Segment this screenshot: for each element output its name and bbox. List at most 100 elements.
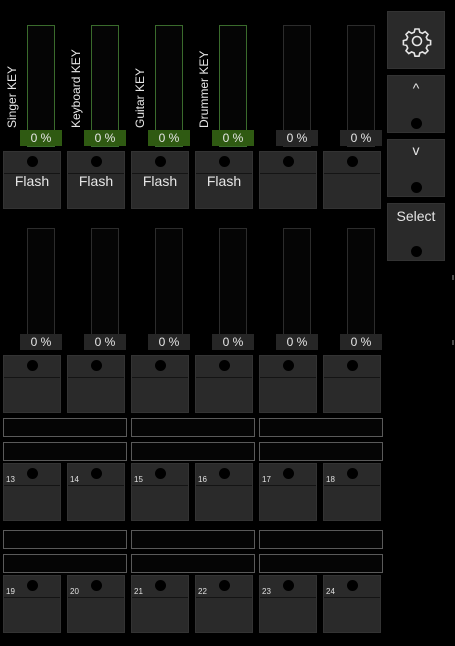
button-divider	[132, 377, 188, 378]
button-led	[283, 156, 294, 167]
button-led	[347, 156, 358, 167]
flash-button[interactable]: Flash	[3, 151, 61, 209]
button-number: 22	[198, 587, 207, 596]
fader-percent: 0 %	[20, 130, 62, 146]
flash-button[interactable]	[131, 355, 189, 413]
fader-track[interactable]	[91, 25, 119, 147]
button-led	[219, 156, 230, 167]
playback-button[interactable]: 21	[131, 575, 189, 633]
button-divider	[324, 173, 380, 174]
fader-track[interactable]	[219, 25, 247, 147]
fader-label: Singer KEY	[5, 65, 19, 128]
fader-track[interactable]	[283, 228, 311, 350]
button-label: Flash	[206, 173, 242, 189]
page-down-button[interactable]: v	[387, 139, 445, 197]
button-number: 15	[134, 475, 143, 484]
fader-percent: 0 %	[84, 130, 126, 146]
button-led	[155, 360, 166, 371]
playback-button[interactable]: 19	[3, 575, 61, 633]
name-field[interactable]	[3, 442, 127, 461]
button-divider	[68, 377, 124, 378]
flash-button[interactable]	[3, 355, 61, 413]
button-divider	[324, 377, 380, 378]
fader-percent: 0 %	[20, 334, 62, 350]
select-button[interactable]: Select	[387, 203, 445, 261]
name-field[interactable]	[259, 554, 383, 573]
name-field[interactable]	[3, 554, 127, 573]
page-up-led	[411, 118, 422, 129]
flash-button[interactable]: Flash	[131, 151, 189, 209]
playback-button[interactable]: 22	[195, 575, 253, 633]
flash-button[interactable]	[259, 355, 317, 413]
button-led	[155, 580, 166, 591]
fader-track[interactable]	[155, 228, 183, 350]
name-field[interactable]	[259, 530, 383, 549]
flash-button[interactable]	[323, 355, 381, 413]
name-field[interactable]	[131, 442, 255, 461]
button-led	[155, 156, 166, 167]
playback-button[interactable]: 16	[195, 463, 253, 521]
divider-mark	[452, 340, 454, 345]
button-divider	[196, 597, 252, 598]
button-divider	[260, 597, 316, 598]
name-field[interactable]	[3, 418, 127, 437]
button-number: 17	[262, 475, 271, 484]
settings-button[interactable]	[387, 11, 445, 69]
fader-label: Drummer KEY	[197, 50, 211, 128]
flash-button[interactable]	[195, 355, 253, 413]
button-divider	[260, 485, 316, 486]
fader-track[interactable]	[27, 228, 55, 350]
name-field[interactable]	[131, 418, 255, 437]
flash-button[interactable]	[323, 151, 381, 209]
name-field[interactable]	[3, 530, 127, 549]
name-field[interactable]	[131, 530, 255, 549]
button-label: Flash	[78, 173, 114, 189]
button-led	[219, 360, 230, 371]
button-led	[347, 468, 358, 479]
page-up-label: ^	[412, 80, 420, 96]
fader-track[interactable]	[347, 25, 375, 147]
fader-percent: 0 %	[340, 334, 382, 350]
button-label: Flash	[142, 173, 178, 189]
button-divider	[260, 377, 316, 378]
fader-track[interactable]	[347, 228, 375, 350]
fader-track[interactable]	[283, 25, 311, 147]
gear-icon	[401, 25, 433, 62]
playback-button[interactable]: 13	[3, 463, 61, 521]
button-divider	[68, 597, 124, 598]
name-field[interactable]	[131, 554, 255, 573]
button-divider	[4, 485, 60, 486]
playback-button[interactable]: 23	[259, 575, 317, 633]
name-field[interactable]	[259, 418, 383, 437]
flash-button[interactable]	[259, 151, 317, 209]
page-down-led	[411, 182, 422, 193]
flash-button[interactable]	[67, 355, 125, 413]
fader-track[interactable]	[219, 228, 247, 350]
fader-percent: 0 %	[212, 130, 254, 146]
page-up-button[interactable]: ^	[387, 75, 445, 133]
playback-button[interactable]: 24	[323, 575, 381, 633]
playback-button[interactable]: 14	[67, 463, 125, 521]
name-field[interactable]	[259, 442, 383, 461]
button-number: 18	[326, 475, 335, 484]
playback-button[interactable]: 20	[67, 575, 125, 633]
fader-track[interactable]	[27, 25, 55, 147]
fader-track[interactable]	[155, 25, 183, 147]
playback-button[interactable]: 17	[259, 463, 317, 521]
button-label: Flash	[14, 173, 50, 189]
playback-button[interactable]: 18	[323, 463, 381, 521]
flash-button[interactable]: Flash	[195, 151, 253, 209]
button-led	[91, 360, 102, 371]
flash-button[interactable]: Flash	[67, 151, 125, 209]
button-led	[219, 580, 230, 591]
button-number: 13	[6, 475, 15, 484]
playback-button[interactable]: 15	[131, 463, 189, 521]
fader-percent: 0 %	[276, 130, 318, 146]
button-led	[219, 468, 230, 479]
select-label: Select	[396, 208, 436, 224]
fader-track[interactable]	[91, 228, 119, 350]
button-led	[347, 360, 358, 371]
fader-percent: 0 %	[340, 130, 382, 146]
button-divider	[68, 485, 124, 486]
button-led	[283, 468, 294, 479]
